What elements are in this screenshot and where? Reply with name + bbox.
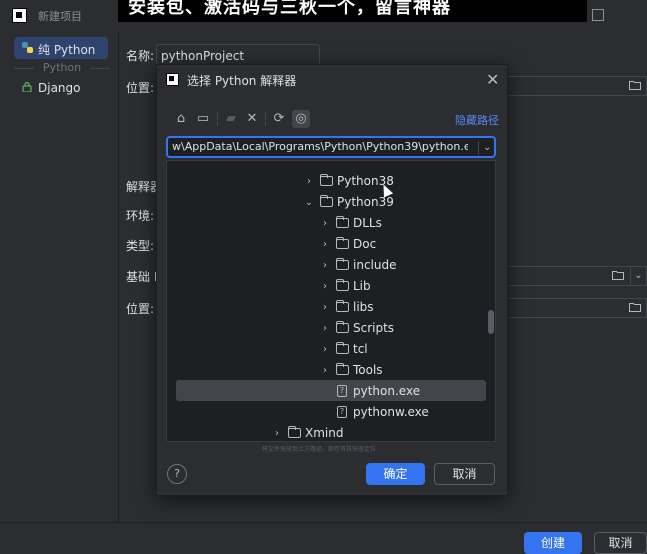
new-folder-icon[interactable]: ▰ bbox=[222, 110, 240, 128]
refresh-icon[interactable]: ⟳ bbox=[270, 110, 288, 128]
folder-icon[interactable] bbox=[629, 302, 641, 312]
chevron-right-icon[interactable]: › bbox=[320, 318, 330, 339]
chevron-right-icon[interactable]: › bbox=[320, 297, 330, 318]
window-title: 新建项目 bbox=[38, 10, 82, 23]
drag-hint: 将文件拖放到上方路径，即可将其快速定位 bbox=[262, 446, 377, 453]
ok-button[interactable]: 确定 bbox=[366, 463, 425, 485]
dialog-title: 选择 Python 解释器 bbox=[187, 74, 297, 88]
tree-item-label: libs bbox=[353, 300, 374, 314]
pycharm-logo-icon bbox=[166, 73, 179, 86]
tree-item-label: Tools bbox=[353, 363, 383, 377]
create-button[interactable]: 创建 bbox=[524, 532, 582, 554]
location2-input[interactable] bbox=[500, 298, 647, 318]
chevron-right-icon[interactable]: › bbox=[320, 276, 330, 297]
folder-icon bbox=[288, 426, 301, 438]
maximize-icon[interactable] bbox=[592, 9, 604, 21]
show-hidden-icon[interactable]: ◎ bbox=[292, 110, 310, 128]
location2-label: 位置: bbox=[126, 302, 155, 316]
python-icon bbox=[22, 42, 33, 53]
folder-icon bbox=[336, 300, 349, 312]
folder-icon bbox=[336, 258, 349, 270]
delete-icon[interactable]: ✕ bbox=[243, 110, 261, 128]
chevron-right-icon[interactable]: › bbox=[320, 213, 330, 234]
folder-icon[interactable] bbox=[612, 270, 624, 280]
chevron-down-icon[interactable]: ⌄ bbox=[304, 192, 314, 213]
folder-icon bbox=[336, 321, 349, 333]
hide-path-link[interactable]: 隐藏路径 bbox=[455, 112, 499, 128]
tree-item-label: python.exe bbox=[353, 384, 421, 398]
lock-icon bbox=[22, 82, 32, 92]
chevron-right-icon[interactable]: › bbox=[320, 255, 330, 276]
folder-icon bbox=[336, 342, 349, 354]
help-button[interactable]: ? bbox=[167, 464, 187, 484]
chevron-right-icon[interactable]: › bbox=[304, 171, 314, 192]
base-interpreter-select[interactable] bbox=[500, 266, 647, 286]
video-caption-overlay: 安装包、激活码与三秋一个，留言神器 bbox=[118, 0, 587, 22]
environment-label: 环境: bbox=[126, 209, 155, 223]
folder-icon bbox=[336, 216, 349, 228]
location-label: 位置: bbox=[126, 81, 155, 95]
folder-icon bbox=[336, 237, 349, 249]
scrollbar-thumb[interactable] bbox=[488, 310, 494, 334]
cancel-button[interactable]: 取消 bbox=[594, 532, 647, 554]
folder-icon bbox=[336, 279, 349, 291]
home-icon[interactable]: ⌂ bbox=[172, 110, 190, 128]
desktop-icon[interactable]: ▭ bbox=[194, 110, 212, 128]
file-icon: ? bbox=[337, 385, 347, 397]
divider bbox=[90, 68, 110, 69]
tree-item-label: include bbox=[353, 258, 397, 272]
name-label: 名称: bbox=[126, 49, 155, 63]
folder-icon bbox=[320, 174, 333, 186]
tree-item-label: Doc bbox=[353, 237, 377, 251]
dialog-cancel-button[interactable]: 取消 bbox=[434, 463, 495, 485]
chevron-down-icon[interactable]: ⌄ bbox=[478, 141, 491, 155]
tree-item-label: Lib bbox=[353, 279, 371, 293]
chevron-right-icon[interactable]: › bbox=[272, 423, 282, 444]
folder-icon[interactable] bbox=[629, 80, 641, 90]
selected-row-highlight bbox=[176, 380, 486, 401]
folder-icon bbox=[336, 363, 349, 375]
tree-item-label: DLLs bbox=[353, 216, 382, 230]
chevron-right-icon[interactable]: › bbox=[320, 234, 330, 255]
toolbar-separator bbox=[217, 112, 218, 126]
tree-item-label: Xmind bbox=[305, 426, 344, 440]
sidebar-item-label: 纯 Python bbox=[38, 43, 96, 57]
toolbar-separator bbox=[265, 112, 266, 126]
chevron-right-icon[interactable]: › bbox=[320, 339, 330, 360]
tree-item-label: tcl bbox=[353, 342, 368, 356]
tree-item-label: pythonw.exe bbox=[353, 405, 429, 419]
close-icon[interactable]: ✕ bbox=[486, 70, 499, 89]
pycharm-logo-icon bbox=[12, 8, 27, 23]
project-type-sidebar bbox=[4, 32, 119, 524]
path-input-value: w\AppData\Local\Programs\Python\Python39… bbox=[172, 140, 468, 153]
project-name-input[interactable]: pythonProject bbox=[156, 44, 320, 66]
sidebar-item-django[interactable]: Django bbox=[38, 81, 81, 95]
chevron-down-icon[interactable]: ⌄ bbox=[630, 266, 647, 286]
chevron-right-icon[interactable]: › bbox=[320, 360, 330, 381]
folder-icon bbox=[320, 195, 333, 207]
tree-item-label: Scripts bbox=[353, 321, 395, 335]
type-label: 类型: bbox=[126, 239, 155, 253]
file-icon: ? bbox=[337, 406, 347, 418]
